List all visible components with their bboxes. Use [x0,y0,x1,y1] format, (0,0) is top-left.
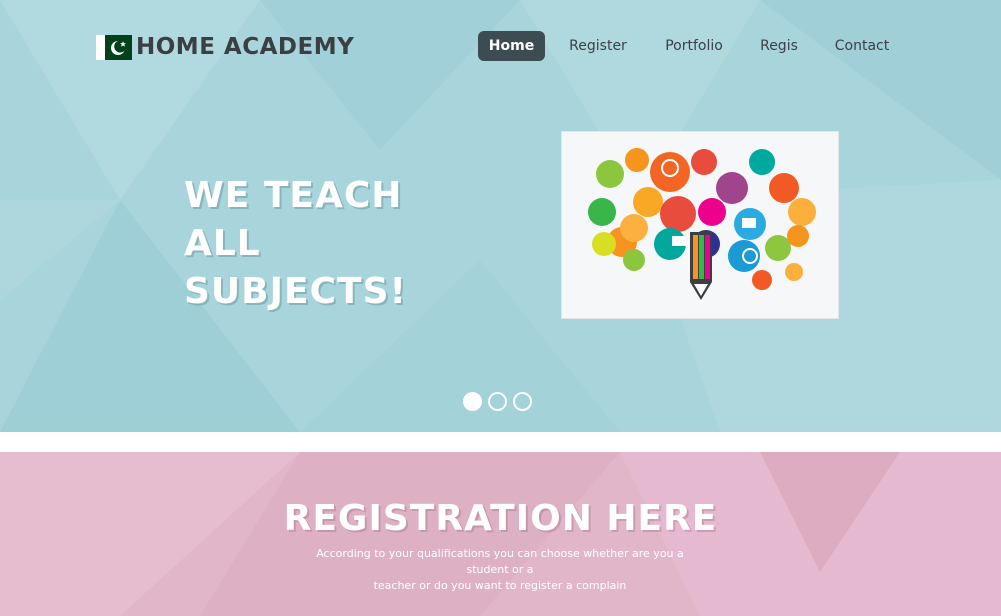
pakistan-flag-icon [96,34,132,60]
registration-description: According to your qualifications you can… [295,546,705,594]
nav-portfolio[interactable]: Portfolio [656,31,732,61]
hero-headline-line-2: SUBJECTS! [184,271,407,312]
registration-title: REGISTRATION HERE [283,498,718,539]
hero-background-pattern [0,0,1001,432]
registration-description-line-1: According to your qualifications you can… [316,547,684,576]
hero-headline: WE TEACH ALL SUBJECTS! [184,172,484,316]
nav-regis[interactable]: Regis [754,31,804,61]
brand-name: HOME ACADEMY [136,34,355,60]
nav-register[interactable]: Register [562,31,634,61]
slider-dot-1[interactable] [463,392,482,411]
brand-logo[interactable]: HOME ACADEMY [96,34,354,60]
slider-dot-3[interactable] [513,392,532,411]
registration-description-line-2: teacher or do you want to register a com… [373,579,627,592]
registration-section: REGISTRATION HERE According to your qual… [0,452,1001,616]
slider-dot-2[interactable] [488,392,507,411]
education-bubbles-icon [562,132,838,318]
education-illustration [561,131,839,319]
nav-home[interactable]: Home [478,31,545,61]
hero-slider: HOME ACADEMY Home Register Portfolio Reg… [0,0,1001,432]
nav-contact[interactable]: Contact [830,31,894,61]
hero-headline-line-1: WE TEACH ALL [184,175,403,264]
